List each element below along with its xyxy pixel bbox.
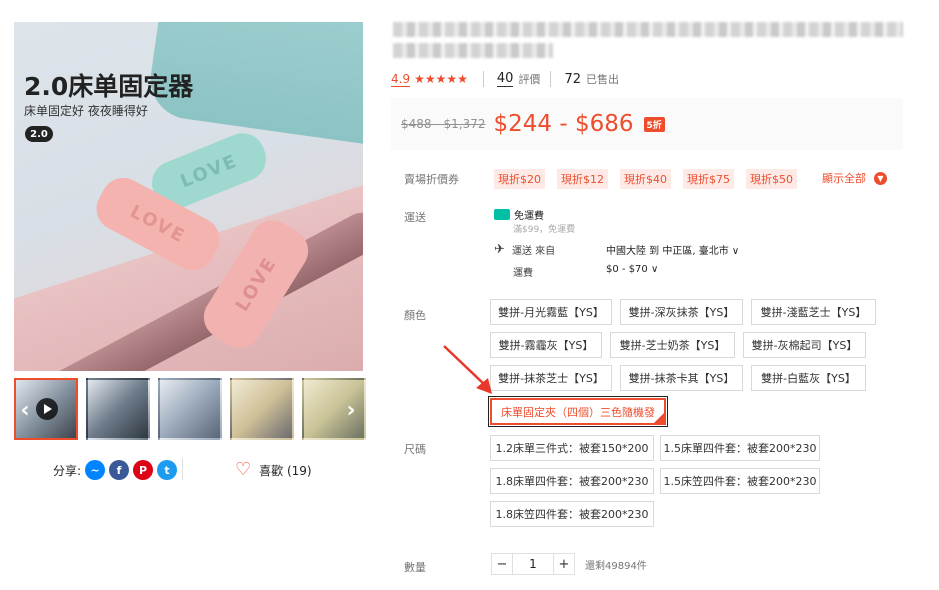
messenger-icon[interactable]: ~ bbox=[85, 460, 106, 480]
quantity-decrease-button[interactable]: − bbox=[491, 553, 513, 575]
image-subline: 床单固定好 夜夜睡得好 bbox=[24, 104, 148, 118]
thumbnail-image[interactable] bbox=[230, 378, 294, 440]
rating-score[interactable]: 4.9 bbox=[391, 72, 411, 87]
main-product-image[interactable]: LOVE LOVE LOVE 2.0床单固定器 床单固定好 夜夜睡得好 2.0 bbox=[14, 22, 363, 371]
current-price: $244 - $686 bbox=[493, 111, 634, 137]
coupon-list: 現折$20 現折$12 現折$40 現折$75 現折$50 bbox=[494, 169, 797, 189]
size-option[interactable]: 1.5床單四件套：被套200*230 bbox=[660, 435, 820, 461]
divider bbox=[182, 458, 183, 480]
rating-row: 4.9 ★★★★★ 40 評價 72 已售出 bbox=[391, 70, 619, 88]
size-option[interactable]: 1.8床笠四件套：被套200*230 bbox=[490, 501, 654, 527]
title-line bbox=[393, 22, 903, 37]
pinterest-icon[interactable]: P bbox=[133, 460, 154, 480]
size-option[interactable]: 1.5床笠四件套：被套200*230 bbox=[660, 468, 820, 494]
coupon-tag[interactable]: 現折$75 bbox=[683, 169, 734, 189]
quantity-label: 數量 bbox=[404, 561, 426, 574]
chevron-right-icon[interactable]: › bbox=[340, 395, 362, 425]
sold-label: 已售出 bbox=[585, 73, 619, 86]
coupon-tag[interactable]: 現折$12 bbox=[557, 169, 608, 189]
quantity-stepper: − 1 + 還剩49894件 bbox=[491, 553, 647, 575]
color-option[interactable]: 雙拼-芝士奶茶【YS】 bbox=[610, 332, 735, 358]
divider bbox=[482, 71, 484, 87]
reviews-label: 評價 bbox=[518, 73, 541, 86]
ship-from-label: 運送 來自 bbox=[512, 246, 556, 257]
chevron-down-icon: ∨ bbox=[731, 246, 740, 257]
color-option[interactable]: 雙拼-抹茶卡其【YS】 bbox=[620, 365, 743, 391]
stock-remaining: 還剩49894件 bbox=[585, 560, 647, 572]
chevron-left-icon[interactable]: ‹ bbox=[14, 395, 36, 425]
discount-badge: 5折 bbox=[643, 116, 665, 132]
truck-icon bbox=[494, 209, 510, 220]
shipping-label: 運送 bbox=[404, 211, 426, 224]
chevron-down-icon: ∨ bbox=[650, 264, 659, 275]
thumbnail-image[interactable] bbox=[86, 378, 150, 440]
clip-text: LOVE bbox=[231, 253, 281, 315]
play-icon[interactable] bbox=[36, 398, 58, 420]
heart-icon: ♡ bbox=[235, 459, 252, 480]
title-line bbox=[393, 43, 553, 58]
reviews-count[interactable]: 40 bbox=[496, 71, 514, 87]
share-label: 分享: bbox=[53, 463, 82, 478]
color-option[interactable]: 雙拼-深灰抹茶【YS】 bbox=[620, 299, 743, 325]
price-box: $488 - $1,372 $244 - $686 5折 bbox=[391, 98, 903, 150]
thumbnail-image[interactable] bbox=[158, 378, 222, 440]
free-shipping-label: 免運費 bbox=[514, 211, 544, 222]
share-row: 分享: ~ f P t bbox=[53, 460, 178, 480]
free-shipping-condition: 滿$99，免運費 bbox=[513, 225, 576, 235]
thumbnail-strip bbox=[14, 378, 366, 440]
color-option[interactable]: 雙拼-淺藍芝士【YS】 bbox=[751, 299, 876, 325]
shipping-fee-selector[interactable]: $0 - $70 ∨ bbox=[606, 264, 658, 275]
quantity-increase-button[interactable]: + bbox=[553, 553, 575, 575]
ship-from-value: 中國大陸 到 中正區, 臺北市 bbox=[606, 246, 729, 257]
color-label: 顏色 bbox=[404, 309, 426, 322]
shipping-fee-value: $0 - $70 bbox=[606, 264, 648, 275]
product-page: LOVE LOVE LOVE 2.0床单固定器 床单固定好 夜夜睡得好 2.0 … bbox=[0, 0, 939, 590]
annotation-arrow-icon bbox=[443, 345, 492, 394]
color-option[interactable]: 雙拼-灰棉起司【YS】 bbox=[743, 332, 866, 358]
like-button[interactable]: ♡ 喜歡 (19) bbox=[235, 461, 312, 479]
size-option[interactable]: 1.8床單四件套：被套200*230 bbox=[490, 468, 654, 494]
divider bbox=[550, 71, 552, 87]
clip-text: LOVE bbox=[177, 150, 241, 192]
show-all-coupons-button[interactable]: 顯示全部 ▼ bbox=[822, 170, 887, 186]
show-all-label: 顯示全部 bbox=[822, 172, 866, 185]
original-price: $488 - $1,372 bbox=[401, 117, 486, 131]
chevron-down-icon: ▼ bbox=[874, 171, 887, 185]
shipping-fee-label: 運費 bbox=[513, 268, 533, 279]
size-option[interactable]: 1.2床單三件式：被套150*200 bbox=[490, 435, 654, 461]
color-option[interactable]: 雙拼-白藍灰【YS】 bbox=[751, 365, 866, 391]
size-label: 尺碼 bbox=[404, 443, 426, 456]
clip-text: LOVE bbox=[126, 200, 190, 248]
quantity-input[interactable]: 1 bbox=[513, 553, 553, 575]
facebook-icon[interactable]: f bbox=[109, 460, 130, 480]
sold-count: 72 bbox=[564, 71, 581, 87]
ship-from-row: ✈ 運送 來自 bbox=[494, 242, 555, 257]
color-option[interactable]: 雙拼-月光霧藍【YS】 bbox=[490, 299, 612, 325]
plane-icon: ✈ bbox=[494, 242, 505, 257]
ship-from-selector[interactable]: 中國大陸 到 中正區, 臺北市 ∨ bbox=[606, 242, 739, 257]
coupons-label: 賣場折價券 bbox=[404, 173, 459, 186]
product-title-blurred bbox=[393, 22, 903, 62]
coupon-tag[interactable]: 現折$40 bbox=[620, 169, 671, 189]
twitter-icon[interactable]: t bbox=[157, 460, 178, 480]
image-headline: 2.0床单固定器 bbox=[24, 72, 194, 101]
star-rating-icon: ★★★★★ bbox=[414, 72, 468, 86]
color-option-selected[interactable]: 床單固定夾（四個）三色隨機發 bbox=[488, 396, 668, 427]
coupon-tag[interactable]: 現折$20 bbox=[494, 169, 545, 189]
image-version-badge: 2.0 bbox=[25, 126, 53, 142]
free-shipping: 免運費 bbox=[494, 207, 544, 222]
like-label: 喜歡 (19) bbox=[259, 463, 312, 478]
coupon-tag[interactable]: 現折$50 bbox=[746, 169, 797, 189]
